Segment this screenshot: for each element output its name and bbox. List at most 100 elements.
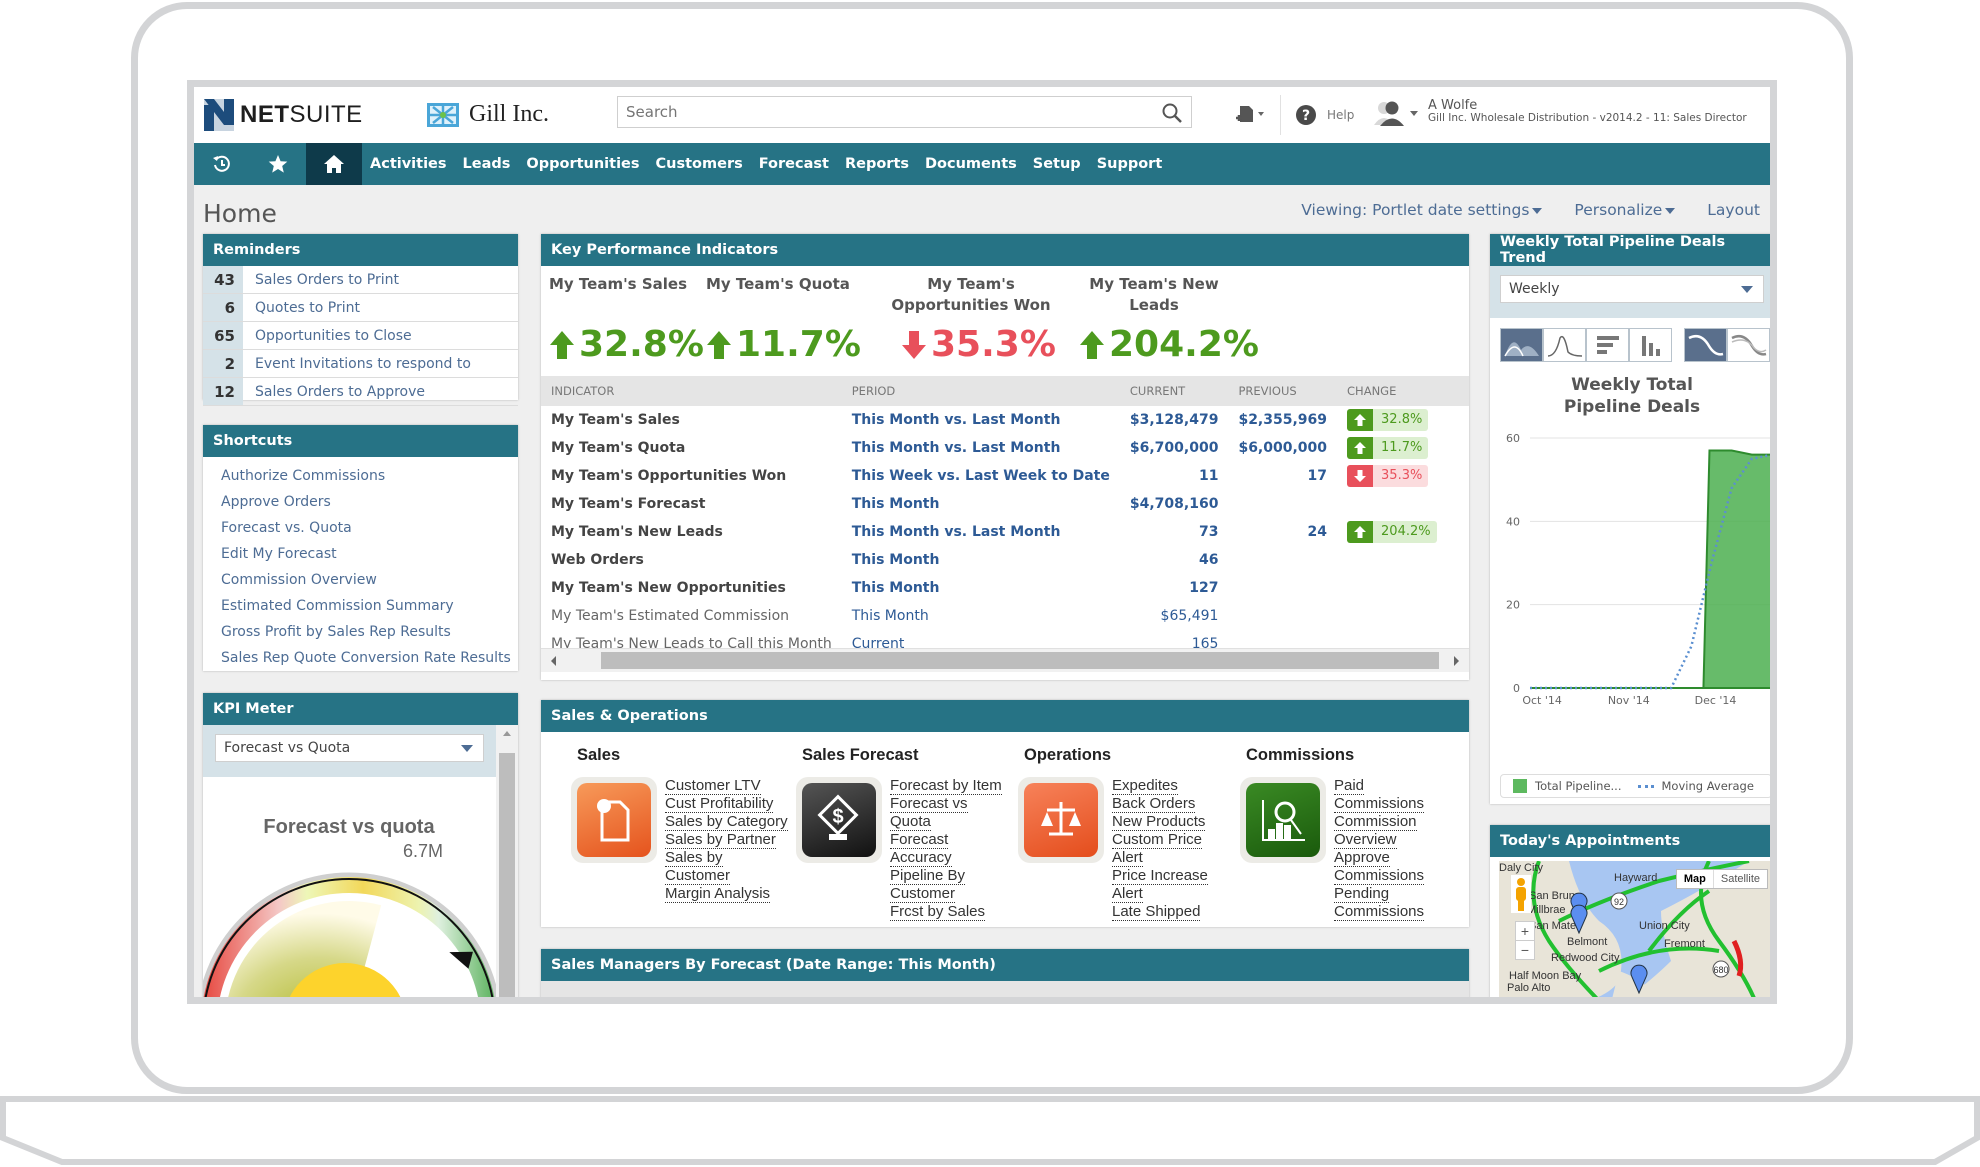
viewing-date-settings-dropdown[interactable]: Viewing: Portlet date settings <box>1301 201 1543 219</box>
shortcut-link[interactable]: Sales Rep Quote Conversion Rate Results <box>221 645 518 671</box>
report-link[interactable]: Customer <box>665 867 731 885</box>
nav-forecast[interactable]: Forecast <box>759 156 829 172</box>
period-link[interactable]: This Month <box>842 546 1120 574</box>
scroll-up-icon[interactable] <box>496 725 518 743</box>
report-link[interactable]: Approve <box>1334 849 1390 867</box>
report-link[interactable]: Commissions <box>1334 903 1425 921</box>
previous-value[interactable]: 17 <box>1228 462 1337 490</box>
reminder-link[interactable]: Quotes to Print <box>243 294 360 321</box>
report-link[interactable]: Custom Price <box>1112 831 1203 849</box>
scroll-left-icon[interactable] <box>551 656 556 666</box>
search-icon[interactable] <box>1161 102 1183 124</box>
global-search[interactable] <box>617 96 1192 128</box>
shortcut-link[interactable]: Edit My Forecast <box>221 541 518 567</box>
scrollbar-thumb[interactable] <box>601 652 1439 669</box>
report-link[interactable]: Pipeline By <box>890 867 966 885</box>
satellite-view-button[interactable]: Satellite <box>1714 870 1767 888</box>
report-link[interactable]: Cust Profitability <box>665 795 774 813</box>
help-icon[interactable]: ? <box>1295 104 1317 126</box>
nav-activities[interactable]: Activities <box>370 156 447 172</box>
column-header[interactable]: PREVIOUS <box>1228 376 1338 406</box>
report-link[interactable]: Overview <box>1334 831 1397 849</box>
smooth-curve-button[interactable] <box>1684 328 1727 362</box>
current-value[interactable]: $65,491 <box>1120 602 1229 630</box>
column-header[interactable]: CURRENT <box>1119 376 1229 406</box>
user-avatar-icon[interactable] <box>1374 99 1420 127</box>
report-link[interactable]: Accuracy <box>890 849 952 867</box>
shortcut-link[interactable]: Forecast vs. Quota <box>221 515 518 541</box>
report-link[interactable]: New Products <box>1112 813 1206 831</box>
report-link[interactable]: Price Increase <box>1112 867 1208 885</box>
favorites-button[interactable] <box>250 143 306 185</box>
report-link[interactable]: Forecast <box>890 831 949 849</box>
scroll-right-icon[interactable] <box>1454 656 1459 666</box>
column-header[interactable]: CHANGE <box>1337 376 1469 406</box>
period-link[interactable]: This Month <box>842 574 1120 602</box>
reminder-row[interactable]: 43 Sales Orders to Print <box>203 266 518 294</box>
scales-icon[interactable] <box>1018 777 1104 863</box>
scrollbar-thumb[interactable] <box>499 753 515 997</box>
current-value[interactable]: $6,700,000 <box>1120 434 1229 462</box>
appointments-map[interactable]: Daly City San Bruno Millbrae San Mateo Belmo… <box>1499 861 1770 997</box>
shortcut-link[interactable]: Authorize Commissions <box>221 463 518 489</box>
nav-opportunities[interactable]: Opportunities <box>526 156 639 172</box>
nav-support[interactable]: Support <box>1097 156 1163 172</box>
period-link[interactable]: This Month vs. Last Month <box>842 434 1120 462</box>
current-value[interactable]: 127 <box>1120 574 1229 602</box>
report-link[interactable]: Customer LTV <box>665 777 761 795</box>
report-link[interactable]: Forecast vs <box>890 795 968 813</box>
reminder-row[interactable]: 2 Event Invitations to respond to <box>203 350 518 378</box>
search-input[interactable] <box>618 97 1191 127</box>
zoom-in-button[interactable]: + <box>1516 922 1534 940</box>
report-link[interactable]: Sales by Partner <box>665 831 776 849</box>
shortcut-link[interactable]: Approve Orders <box>221 489 518 515</box>
period-link[interactable]: This Month vs. Last Month <box>842 518 1120 546</box>
previous-value[interactable]: 24 <box>1228 518 1337 546</box>
chart-magnifier-icon[interactable] <box>1240 777 1326 863</box>
personalize-dropdown[interactable]: Personalize <box>1574 201 1676 219</box>
report-link[interactable]: Commissions <box>1334 795 1425 813</box>
report-link[interactable]: Forecast by Item <box>890 777 1002 795</box>
create-new-icon[interactable] <box>1234 104 1266 126</box>
previous-value[interactable]: $2,355,969 <box>1228 406 1337 434</box>
current-value[interactable]: 46 <box>1120 546 1229 574</box>
kpi-tile[interactable]: My Team's Opportunities Won 35.3% <box>871 274 1071 365</box>
previous-value[interactable] <box>1228 574 1337 602</box>
dollar-hand-icon[interactable]: $ <box>796 777 882 863</box>
period-link[interactable]: This Month <box>842 490 1120 518</box>
report-link[interactable]: Customer <box>890 885 956 903</box>
current-value[interactable]: 11 <box>1120 462 1229 490</box>
area-chart-button[interactable] <box>1500 328 1543 362</box>
reminder-row[interactable]: 65 Opportunities to Close <box>203 322 518 350</box>
period-link[interactable]: This Month vs. Last Month <box>842 406 1120 434</box>
report-link[interactable]: Commission <box>1334 813 1417 831</box>
report-link[interactable]: Sales by Category <box>665 813 788 831</box>
report-link[interactable]: Alert <box>1112 885 1143 903</box>
nav-customers[interactable]: Customers <box>656 156 743 172</box>
nav-setup[interactable]: Setup <box>1033 156 1081 172</box>
recent-records-button[interactable] <box>194 143 250 185</box>
report-link[interactable]: Late Shipped <box>1112 903 1201 921</box>
kpi-tile[interactable]: My Team's New Leads 204.2% <box>1080 274 1259 365</box>
report-link[interactable]: Pending <box>1334 885 1390 903</box>
current-value[interactable]: 73 <box>1120 518 1229 546</box>
report-link[interactable]: Expedites <box>1112 777 1178 795</box>
help-link[interactable]: Help <box>1327 108 1354 122</box>
kpi-tile[interactable]: My Team's Sales 32.8% <box>549 274 709 365</box>
report-link[interactable]: Paid <box>1334 777 1365 795</box>
nav-documents[interactable]: Documents <box>925 156 1017 172</box>
pipeline-period-select[interactable]: Weekly <box>1500 275 1764 303</box>
street-view-pegman-icon[interactable] <box>1511 875 1531 913</box>
column-chart-button[interactable] <box>1629 328 1672 362</box>
report-link[interactable]: Sales by <box>665 849 723 867</box>
report-link[interactable]: Margin Analysis <box>665 885 771 903</box>
nav-reports[interactable]: Reports <box>845 156 909 172</box>
report-link[interactable]: Back Orders <box>1112 795 1196 813</box>
reminder-link[interactable]: Sales Orders to Print <box>243 266 399 293</box>
legend-item-total-pipeline[interactable]: Total Pipeline... <box>1513 779 1622 793</box>
reminder-link[interactable]: Opportunities to Close <box>243 322 412 349</box>
reminder-link[interactable]: Event Invitations to respond to <box>243 350 471 377</box>
zoom-out-button[interactable]: − <box>1516 940 1534 959</box>
reminder-row[interactable]: 12 Sales Orders to Approve <box>203 378 518 406</box>
home-button[interactable] <box>306 143 362 185</box>
